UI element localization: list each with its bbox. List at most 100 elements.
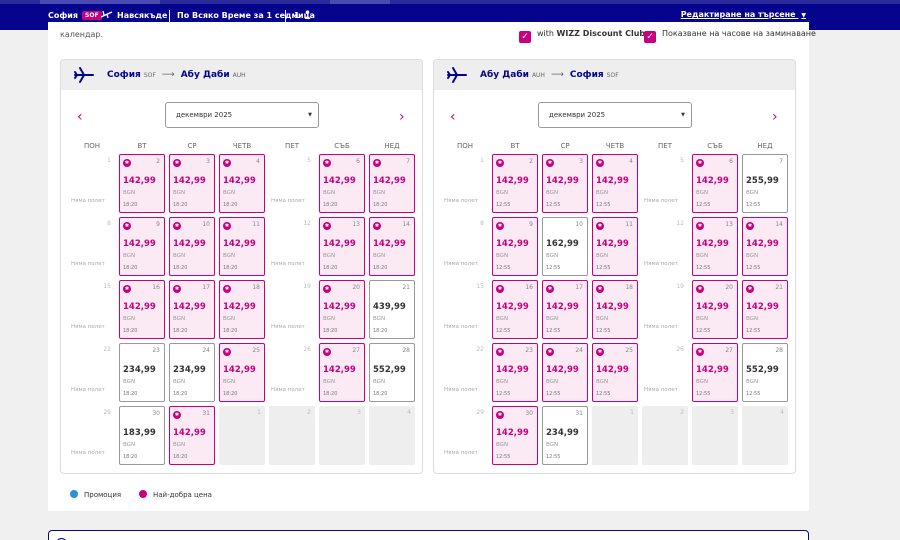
weekday-header: НЕД [757,142,773,150]
departure-time: 18:20 [123,265,138,271]
no-flight-label: Няма полет [644,198,678,204]
day-cell[interactable]: 24 ✱ 142,99 BGN 12:55 [542,343,588,402]
day-cell[interactable]: 30 ✱ 142,99 BGN 12:55 [492,406,538,465]
day-number: 26 [303,346,311,353]
day-cell[interactable]: 6 ✱ 142,99 BGN 12:55 [692,154,738,213]
day-cell[interactable]: 14 ✱ 142,99 BGN 18:20 [369,217,415,276]
prev-month-button[interactable]: ‹ [450,110,456,124]
day-cell[interactable]: 14 ✱ 142,99 BGN 12:55 [742,217,788,276]
day-cell[interactable]: 20 ✱ 142,99 BGN 12:55 [692,280,738,339]
departure-time: 12:55 [696,265,711,271]
inbound-route-header: Абу Даби AUH ⟶ София SOF [434,60,795,90]
day-cell[interactable]: 20 ✱ 142,99 BGN 18:20 [319,280,365,339]
month-select[interactable]: декември 2025 ▼ [538,102,692,128]
day-cell[interactable]: 23 234,99 BGN 18:20 [119,343,165,402]
day-cell: 5 Няма полет [642,154,688,213]
destination-summary[interactable]: Навсякъде [100,9,167,23]
day-cell[interactable]: 28 552,99 BGN 18:20 [369,343,415,402]
departure-time: 18:20 [323,391,338,397]
day-cell: 19 Няма полет [269,280,315,339]
day-cell[interactable]: 21 ✱ 142,99 BGN 12:55 [742,280,788,339]
next-month-button[interactable]: › [772,110,778,124]
day-cell[interactable]: 9 ✱ 142,99 BGN 12:55 [492,217,538,276]
currency-label: BGN [123,190,136,196]
weekday-header: НЕД [384,142,400,150]
day-number: 14 [775,221,783,228]
currency-label: BGN [496,316,509,322]
day-number: 29 [103,409,111,416]
weekday-header: ПЕТ [658,142,672,150]
month-select[interactable]: декември 2025 ▼ [165,102,319,128]
day-cell[interactable]: 25 ✱ 142,99 BGN 12:55 [592,343,638,402]
day-cell: 12 Няма полет [269,217,315,276]
day-cell[interactable]: 4 ✱ 142,99 BGN 18:20 [219,154,265,213]
day-cell[interactable]: 16 ✱ 142,99 BGN 18:20 [119,280,165,339]
departure-time: 12:55 [746,391,761,397]
day-number: 21 [775,284,783,291]
origin-summary[interactable]: София SOF [48,9,102,23]
currency-label: BGN [223,379,236,385]
day-cell[interactable]: 25 ✱ 142,99 BGN 18:20 [219,343,265,402]
day-cell[interactable]: 24 234,99 BGN 18:20 [169,343,215,402]
day-cell[interactable]: 16 ✱ 142,99 BGN 12:55 [492,280,538,339]
day-cell[interactable]: 6 ✱ 142,99 BGN 18:20 [319,154,365,213]
day-cell: 15 Няма полет [442,280,488,339]
weekday-header: СР [187,142,197,150]
day-cell[interactable]: 11 ✱ 142,99 BGN 18:20 [219,217,265,276]
day-cell[interactable]: 31 234,99 BGN 12:55 [542,406,588,465]
day-cell[interactable]: 13 ✱ 142,99 BGN 12:55 [692,217,738,276]
departure-time: 18:20 [323,265,338,271]
day-cell[interactable]: 18 ✱ 142,99 BGN 18:20 [219,280,265,339]
fare-price: 142,99 [323,239,356,249]
day-cell[interactable]: 3 ✱ 142,99 BGN 18:20 [169,154,215,213]
departure-time: 18:20 [173,391,188,397]
caret-down-icon: ▼ [681,112,685,118]
day-cell[interactable]: 30 183,99 BGN 18:20 [119,406,165,465]
day-cell[interactable]: 11 ✱ 142,99 BGN 12:55 [592,217,638,276]
day-cell[interactable]: 7 255,99 BGN 12:55 [742,154,788,213]
best-price-icon: ✱ [746,222,754,230]
day-number: 10 [575,221,583,228]
day-number: 25 [252,347,260,354]
fare-price: 142,99 [496,302,529,312]
best-price-icon: ✱ [696,159,704,167]
edit-search-link[interactable]: Редактиране на търсене ▼ [681,10,806,19]
day-number: 7 [406,158,410,165]
day-cell[interactable]: 2 ✱ 142,99 BGN 18:20 [119,154,165,213]
passenger-summary[interactable]: 1 [294,9,311,23]
day-cell[interactable]: 4 ✱ 142,99 BGN 12:55 [592,154,638,213]
next-month-button[interactable]: › [399,110,405,124]
legend-promo: Промоция [70,490,121,500]
day-cell[interactable]: 27 ✱ 142,99 BGN 18:20 [319,343,365,402]
departure-time: 12:55 [546,328,561,334]
day-number: 11 [252,221,260,228]
best-price-icon: ✱ [546,285,554,293]
fare-price: 142,99 [546,302,579,312]
day-cell[interactable]: 7 ✱ 142,99 BGN 18:20 [369,154,415,213]
day-cell[interactable]: 9 ✱ 142,99 BGN 18:20 [119,217,165,276]
day-cell[interactable]: 28 552,99 BGN 12:55 [742,343,788,402]
departure-time: 12:55 [746,202,761,208]
day-cell[interactable]: 31 ✱ 142,99 BGN 18:20 [169,406,215,465]
day-cell[interactable]: 3 ✱ 142,99 BGN 12:55 [542,154,588,213]
departure-time: 18:20 [223,328,238,334]
day-cell[interactable]: 23 ✱ 142,99 BGN 12:55 [492,343,538,402]
day-cell[interactable]: 17 ✱ 142,99 BGN 18:20 [169,280,215,339]
day-cell[interactable]: 21 439,99 BGN 18:20 [369,280,415,339]
discount-club-checkbox[interactable]: ✓ with WIZZ Discount Club [519,27,645,43]
day-cell[interactable]: 27 ✱ 142,99 BGN 12:55 [692,343,738,402]
day-cell[interactable]: 10 162,99 BGN 12:55 [542,217,588,276]
day-number: 23 [152,347,160,354]
arrow-right-icon: ⟶ [161,70,175,80]
day-cell[interactable]: 2 ✱ 142,99 BGN 12:55 [492,154,538,213]
day-cell[interactable]: 13 ✱ 142,99 BGN 18:20 [319,217,365,276]
prev-month-button[interactable]: ‹ [77,110,83,124]
day-cell[interactable]: 18 ✱ 142,99 BGN 12:55 [592,280,638,339]
currency-label: BGN [173,253,186,259]
show-times-checkbox[interactable]: ✓ Показване на часове на заминаване [644,27,816,43]
day-cell[interactable]: 17 ✱ 142,99 BGN 12:55 [542,280,588,339]
departure-time: 18:20 [323,202,338,208]
fare-price: 162,99 [546,239,579,249]
departure-time: 12:55 [596,391,611,397]
day-cell[interactable]: 10 ✱ 142,99 BGN 18:20 [169,217,215,276]
